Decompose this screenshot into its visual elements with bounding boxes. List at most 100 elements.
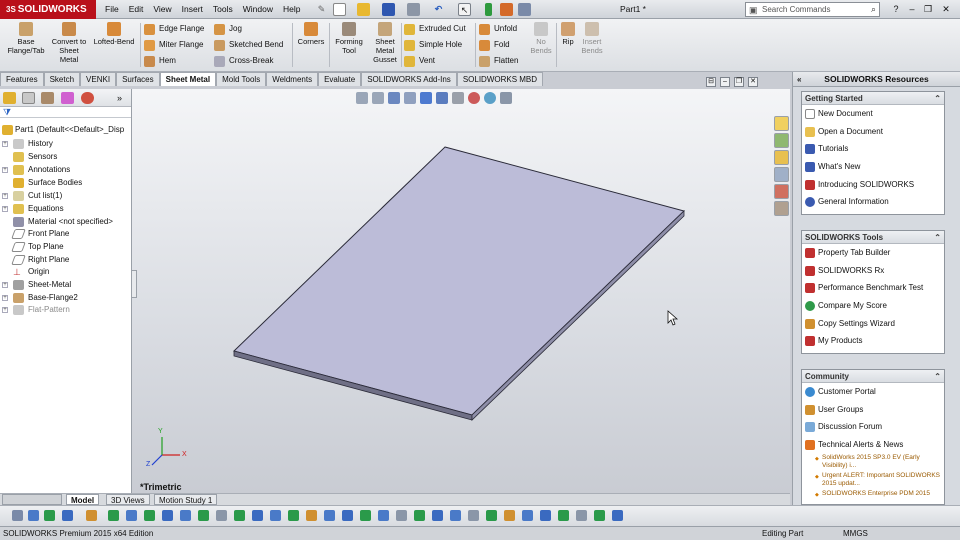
extend-icon[interactable] xyxy=(306,510,317,521)
hem-button[interactable]: Hem xyxy=(143,54,176,68)
extruded-cut-button[interactable]: Extruded Cut xyxy=(403,22,466,36)
quick-snaps-icon[interactable] xyxy=(522,510,533,521)
whats-new-link[interactable]: What's New xyxy=(802,158,944,176)
sketched-bend-button[interactable]: Sketched Bend xyxy=(213,38,283,52)
vent-button[interactable]: Vent xyxy=(403,54,435,68)
point-tool-icon[interactable] xyxy=(198,510,209,521)
property-manager-tab-icon[interactable] xyxy=(22,92,35,104)
miter-flange-button[interactable]: Miter Flange xyxy=(143,38,203,52)
my-products-link[interactable]: My Products xyxy=(802,332,944,350)
close-icon[interactable]: ✕ xyxy=(940,2,952,16)
base-flange-button[interactable]: Base Flange/Tab xyxy=(6,22,46,55)
expand-icon[interactable]: + xyxy=(2,193,8,199)
expand-panel-icon[interactable]: » xyxy=(117,92,130,104)
menu-window[interactable]: Window xyxy=(238,0,278,19)
appearances-icon[interactable] xyxy=(774,184,789,199)
expand-icon[interactable]: + xyxy=(2,307,8,313)
tab-model[interactable]: Model xyxy=(66,494,100,505)
resources-home-icon[interactable] xyxy=(774,116,789,131)
cross-break-button[interactable]: Cross-Break xyxy=(213,54,273,68)
fold-button[interactable]: Fold xyxy=(478,38,510,52)
undo-icon[interactable]: ↶ xyxy=(432,3,445,16)
sketch-tool-icon[interactable] xyxy=(86,510,97,521)
viewport-split-icon[interactable]: ⊟ xyxy=(706,77,716,87)
jog-button[interactable]: Jog xyxy=(213,22,242,36)
rectangle-tool-icon[interactable] xyxy=(126,510,137,521)
rapid-sketch-icon[interactable] xyxy=(540,510,551,521)
print-icon[interactable] xyxy=(407,3,420,16)
shaded-sketch-icon[interactable] xyxy=(576,510,587,521)
expand-icon[interactable]: + xyxy=(2,206,8,212)
tab-surfaces[interactable]: Surfaces xyxy=(116,72,160,86)
display-manager-tab-icon[interactable] xyxy=(81,92,94,104)
collapse-icon[interactable]: ⌃ xyxy=(934,370,941,383)
news-item[interactable]: SolidWorks 2015 SP3.0 EV (Early Visibili… xyxy=(802,454,944,470)
expand-icon[interactable]: + xyxy=(2,141,8,147)
display-relations-icon[interactable] xyxy=(468,510,479,521)
sheet-metal-gusset-button[interactable]: Sheet Metal Gusset xyxy=(368,22,402,64)
save-icon[interactable] xyxy=(382,3,395,16)
unfold-button[interactable]: Unfold xyxy=(478,22,517,36)
open-document-link[interactable]: Open a Document xyxy=(802,123,944,141)
customer-portal-link[interactable]: Customer Portal xyxy=(802,383,944,401)
user-groups-link[interactable]: User Groups xyxy=(802,401,944,419)
corners-button[interactable]: Corners xyxy=(295,22,327,46)
viewport-restore-icon[interactable]: ❐ xyxy=(734,77,744,87)
menu-view[interactable]: View xyxy=(148,0,176,19)
select-arrow-icon[interactable]: ↖ xyxy=(458,3,471,16)
no-bends-button[interactable]: No Bends xyxy=(526,22,556,55)
menu-tools[interactable]: Tools xyxy=(208,0,238,19)
solidworks-logo[interactable]: 3S SOLIDWORKS xyxy=(0,0,96,19)
arc-tool-icon[interactable] xyxy=(162,510,173,521)
pin-icon[interactable]: ✎ xyxy=(315,3,328,16)
view-palette-icon[interactable] xyxy=(774,167,789,182)
zoom-to-fit-icon[interactable] xyxy=(356,92,368,104)
dimxpert-tab-icon[interactable] xyxy=(61,92,74,104)
configuration-manager-tab-icon[interactable] xyxy=(41,92,54,104)
open-folder-icon[interactable] xyxy=(357,3,370,16)
tab-evaluate[interactable]: Evaluate xyxy=(318,72,362,86)
collapse-icon[interactable]: ⌃ xyxy=(934,231,941,244)
unit-system[interactable]: MMGS xyxy=(843,527,868,540)
graphics-area[interactable]: X Y Z xyxy=(132,89,790,493)
news-item[interactable]: Urgent ALERT: Important SOLIDWORKS 2015 … xyxy=(802,472,944,488)
move-icon[interactable] xyxy=(342,510,353,521)
previous-view-icon[interactable] xyxy=(388,92,400,104)
menu-help[interactable]: Help xyxy=(278,0,305,19)
design-library-icon[interactable] xyxy=(774,133,789,148)
solidworks-rx-link[interactable]: SOLIDWORKS Rx xyxy=(802,262,944,280)
exit-sketch-icon[interactable] xyxy=(612,510,623,521)
tutorials-link[interactable]: Tutorials xyxy=(802,140,944,158)
coordinate-triad[interactable] xyxy=(151,437,180,466)
tab-venki[interactable]: VENKI xyxy=(80,72,117,86)
tab-mold-tools[interactable]: Mold Tools xyxy=(216,72,267,86)
line-tool-icon[interactable] xyxy=(108,510,119,521)
tab-sheet-metal[interactable]: Sheet Metal xyxy=(159,72,217,86)
spline-tool-icon[interactable] xyxy=(180,510,191,521)
trim-icon[interactable] xyxy=(288,510,299,521)
general-information-link[interactable]: General Information xyxy=(802,193,944,211)
search-commands-input[interactable]: ▣ Search Commands ⌕ xyxy=(745,2,880,17)
compare-score-link[interactable]: Compare My Score xyxy=(802,297,944,315)
chamfer-sketch-icon[interactable] xyxy=(252,510,263,521)
tab-addins[interactable]: SOLIDWORKS Add-Ins xyxy=(361,72,457,86)
options-gear-icon[interactable] xyxy=(518,3,531,16)
property-tab-builder-link[interactable]: Property Tab Builder xyxy=(802,244,944,262)
tab-weldments[interactable]: Weldments xyxy=(266,72,319,86)
tab-mbd[interactable]: SOLIDWORKS MBD xyxy=(456,72,544,86)
introducing-solidworks-link[interactable]: Introducing SOLIDWORKS xyxy=(802,176,944,194)
centerline-icon[interactable] xyxy=(216,510,227,521)
pointer-icon[interactable] xyxy=(62,510,73,521)
new-document-icon[interactable] xyxy=(333,3,346,16)
tree-filter[interactable]: ⧩ xyxy=(0,107,131,118)
edit-appearance-icon[interactable] xyxy=(468,92,480,104)
check-icon[interactable] xyxy=(594,510,605,521)
convert-to-sheet-metal-button[interactable]: Convert to Sheet Metal xyxy=(50,22,88,64)
mirror-icon[interactable] xyxy=(324,510,335,521)
rebuild-icon[interactable] xyxy=(485,3,492,16)
community-header[interactable]: Community ⌃ xyxy=(802,370,944,383)
menu-edit[interactable]: Edit xyxy=(124,0,149,19)
panel-splitter[interactable] xyxy=(131,270,137,298)
collapse-icon[interactable]: ⌃ xyxy=(934,92,941,105)
offset-icon[interactable] xyxy=(270,510,281,521)
